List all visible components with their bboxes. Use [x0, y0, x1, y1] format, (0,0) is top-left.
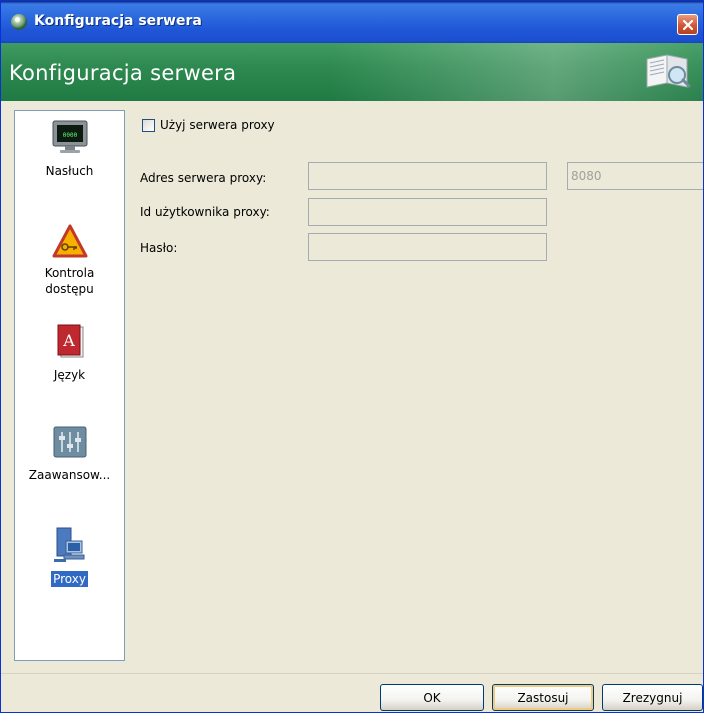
sidebar-item-kontrola-dostepu[interactable]: Kontrola dostępu [15, 223, 124, 297]
proxy-computer-icon [53, 527, 84, 562]
close-icon [682, 19, 693, 30]
proxy-user-field[interactable] [308, 198, 547, 226]
sidebar-item-proxy[interactable]: Proxy [15, 525, 124, 587]
use-proxy-label: Użyj serwera proxy [160, 118, 275, 132]
cancel-button[interactable]: Zrezygnuj [602, 684, 703, 711]
config-window: Konfiguracja serwera Konfiguracja serwer… [0, 0, 704, 713]
sidebar-item-nasluch[interactable]: 0000 Nasłuch [15, 117, 124, 179]
title-bar[interactable]: Konfiguracja serwera [1, 1, 703, 43]
close-button[interactable] [677, 14, 698, 35]
proxy-address-field[interactable] [308, 162, 547, 190]
app-icon [11, 14, 27, 30]
proxy-password-label: Hasło: [140, 241, 178, 255]
apply-button[interactable]: Zastosuj [492, 684, 594, 711]
proxy-address-label: Adres serwera proxy: [140, 171, 267, 185]
svg-text:A: A [62, 331, 75, 350]
language-book-icon: A [57, 324, 83, 358]
sidebar-item-label: Proxy [51, 571, 88, 587]
svg-text:0000: 0000 [62, 132, 77, 139]
sidebar-item-label: Kontrola dostępu [44, 266, 95, 296]
sidebar-item-zaawansowane[interactable]: Zaawansow... [15, 423, 124, 483]
header-banner: Konfiguracja serwera [1, 43, 703, 101]
sidebar-item-label: Nasłuch [45, 164, 94, 178]
proxy-port-field[interactable]: 8080 [567, 162, 703, 190]
category-list[interactable]: 0000 Nasłuch Kontrola dostępu A Język Za… [14, 110, 125, 661]
use-proxy-row[interactable]: Użyj serwera proxy [142, 118, 275, 132]
proxy-password-field[interactable] [308, 233, 547, 261]
ok-button[interactable]: OK [380, 684, 484, 711]
warning-key-icon [52, 224, 87, 258]
use-proxy-checkbox[interactable] [142, 118, 155, 132]
sidebar-item-label: Język [53, 368, 86, 382]
sliders-icon [53, 426, 86, 458]
banner-title: Konfiguracja serwera [9, 61, 237, 85]
window-title: Konfiguracja serwera [34, 13, 202, 29]
sidebar-item-jezyk[interactable]: A Język [15, 323, 124, 383]
sidebar-item-label: Zaawansow... [28, 468, 111, 482]
button-divider [1, 673, 703, 674]
monitor-icon: 0000 [52, 120, 87, 153]
proxy-user-label: Id użytkownika proxy: [140, 205, 270, 219]
config-search-icon [646, 54, 691, 88]
